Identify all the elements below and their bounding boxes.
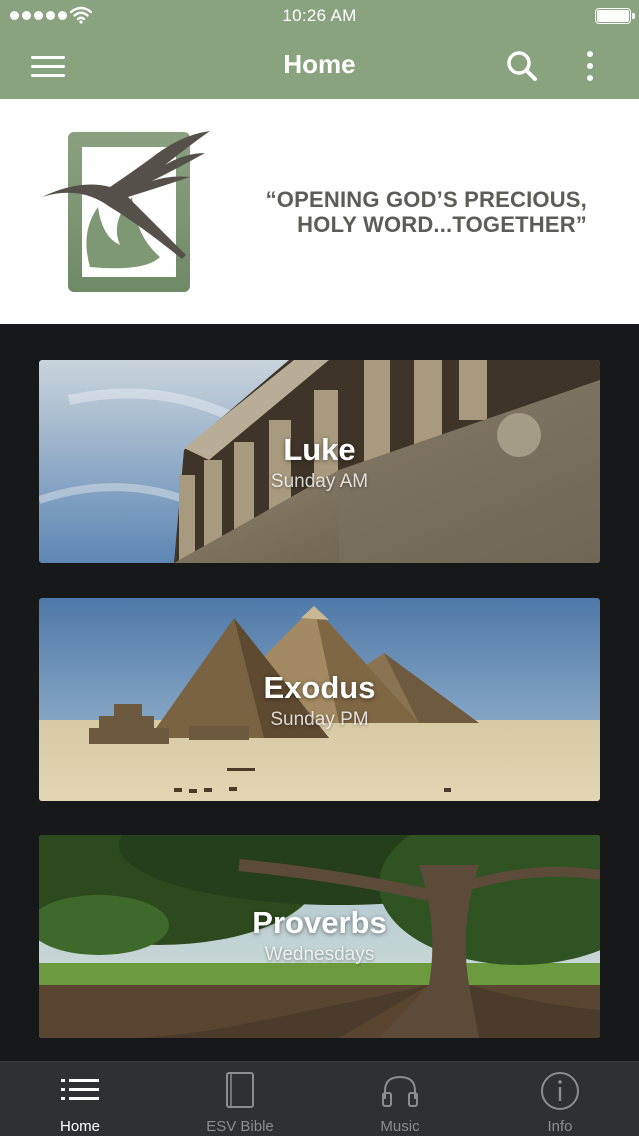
tab-label: Music (380, 1118, 420, 1135)
tab-esv-bible[interactable]: ESV Bible (160, 1062, 320, 1136)
tagline-line-2: HOLY WORD...TOGETHER” (297, 212, 587, 237)
series-title: Luke (283, 432, 356, 467)
list-icon (61, 1079, 99, 1100)
status-time: 10:26 AM (282, 6, 357, 25)
church-banner: “OPENING GOD’S PRECIOUS, HOLY WORD...TOG… (0, 99, 639, 324)
navigation-bar: Home (0, 32, 639, 99)
dove-flame-logo (42, 131, 210, 292)
series-subtitle: Wednesdays (264, 944, 375, 965)
tab-music[interactable]: Music (320, 1062, 480, 1136)
hamburger-menu-icon[interactable] (28, 50, 68, 82)
series-card-proverbs[interactable]: Proverbs Wednesdays (39, 835, 600, 1038)
top-bar: 10:26 AM Home (0, 0, 639, 99)
more-vertical-icon[interactable] (576, 46, 604, 86)
tab-label: Home (59, 1118, 100, 1135)
series-title: Exodus (263, 670, 376, 705)
series-subtitle: Sunday PM (270, 709, 369, 730)
search-icon[interactable] (504, 48, 540, 84)
tab-home[interactable]: Home (0, 1062, 160, 1136)
info-icon (541, 1072, 579, 1110)
tagline-line-1: “OPENING GOD’S PRECIOUS, (265, 187, 587, 212)
series-list: Luke Sunday AM Exodus Sunday PM Proverbs… (0, 324, 639, 1061)
book-icon (226, 1072, 254, 1108)
status-bar: 10:26 AM (0, 0, 639, 32)
tab-bar: Home ESV Bible Music Info (0, 1061, 639, 1136)
series-card-luke[interactable]: Luke Sunday AM (39, 360, 600, 563)
tab-info[interactable]: Info (480, 1062, 639, 1136)
tab-label: ESV Bible (206, 1118, 274, 1135)
series-card-exodus[interactable]: Exodus Sunday PM (39, 598, 600, 801)
series-title: Proverbs (252, 905, 387, 940)
tab-label: Info (547, 1118, 573, 1135)
battery-icon (595, 8, 635, 24)
tagline: “OPENING GOD’S PRECIOUS, HOLY WORD...TOG… (222, 187, 587, 237)
page-title: Home (283, 49, 356, 79)
headphones-icon (382, 1075, 418, 1107)
series-subtitle: Sunday AM (270, 471, 369, 492)
